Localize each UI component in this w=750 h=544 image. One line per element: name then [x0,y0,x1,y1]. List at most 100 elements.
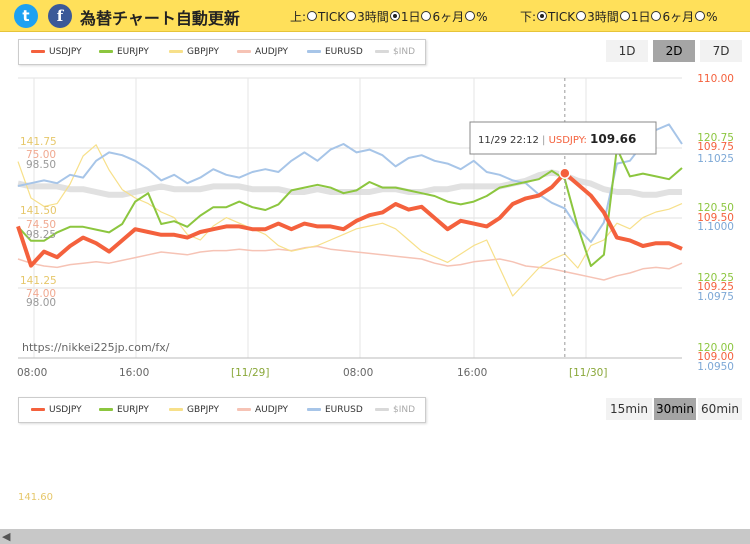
right-axis-eurjpy-tick: 120.75 [697,132,734,144]
x-axis-tick: [11/29] [231,367,269,379]
left-axis-gbpjpy-tick: 141.75 [20,136,57,148]
interval-30min-button[interactable]: 30min [654,398,696,420]
lower-radio-1[interactable] [576,10,587,21]
right-axis-usdjpy-tick: 110.00 [697,73,734,85]
legend-swatch [169,50,183,53]
lower-radio-4[interactable] [695,10,706,21]
legend-label: EURUSD [325,47,363,57]
lower-radio-label: 1日 [630,10,651,24]
upper-radio-2[interactable] [389,10,400,21]
chart-legend: USDJPY EURJPY GBPJPY AUDJPY EURUSD $IND [18,39,426,65]
legend-label: AUDJPY [255,47,289,57]
x-axis-tick: [11/30] [569,367,607,379]
right-axis-eurusd-tick: 1.1000 [697,221,734,233]
lower-radio-label: % [706,9,718,24]
site-watermark: https://nikkei225jp.com/fx/ [22,341,170,354]
x-axis-tick: 16:00 [119,367,149,379]
legend-item-gbpjpy[interactable]: GBPJPY [169,47,219,57]
legend-item-audjpy[interactable]: AUDJPY [237,405,288,415]
lower-radio-0[interactable] [537,10,548,21]
legend-item-usdjpy[interactable]: USDJPY [31,405,82,415]
upper-radio-label: 3時間 [357,10,389,24]
legend-item-gbpjpy[interactable]: GBPJPY [169,405,219,415]
second-chart-area: 141.60 [18,428,682,528]
x-axis-tick: 08:00 [17,367,47,379]
right-axis-eurjpy-tick: 120.25 [697,272,734,284]
upper-radio-3[interactable] [421,10,432,21]
legend-item-eurjpy[interactable]: EURJPY [99,47,149,57]
twitter-icon[interactable]: t [14,4,38,28]
interval-60min-button[interactable]: 60min [698,398,742,420]
legend-item-eurjpy[interactable]: EURJPY [99,405,149,415]
right-axis-eurusd-tick: 1.0975 [697,291,734,303]
lower-chart-range-selector: 下: TICK 3時間 1日 6ヶ月% [520,8,718,25]
legend-swatch [375,408,389,411]
lower-radio-label: 6ヶ月 [662,10,695,24]
legend-label: EURJPY [117,405,149,415]
left-axis-dollar-index-tick: 98.25 [26,229,56,241]
lower-radio-label: TICK [548,9,576,24]
legend-swatch [237,408,251,411]
upper-radio-1[interactable] [346,10,357,21]
legend-item-audjpy[interactable]: AUDJPY [237,47,288,57]
scroll-left-arrow-icon[interactable]: ◀ [2,529,10,544]
legend-item-eurusd[interactable]: EURUSD [307,405,363,415]
left-axis-gbpjpy-tick: 141.50 [20,205,57,217]
legend-label: EURJPY [117,47,149,57]
legend-swatch [237,50,251,53]
lower-radio-label: 3時間 [587,10,619,24]
upper-radio-4[interactable] [465,10,476,21]
lower-radio-2[interactable] [619,10,630,21]
right-axis-eurusd-tick: 1.1025 [697,153,734,165]
legend-swatch [31,50,45,53]
series-line-gbpjpy [17,144,683,297]
x-axis-tick: 08:00 [343,367,373,379]
legend-label: GBPJPY [187,405,219,415]
chart2-gbpjpy-tick: 141.60 [18,492,53,503]
upper-radio-label: 1日 [400,10,421,24]
legend-label: $IND [393,405,416,415]
fx-line-chart: 11/29 22:12 | USDJPY: 109.66110.00109.75… [16,73,734,379]
series-line-eurjpy [17,147,683,267]
legend-label: GBPJPY [187,47,219,57]
legend-label: USDJPY [49,405,82,415]
legend-item-dollar-ind[interactable]: $IND [375,405,415,415]
app-title: 為替チャート自動更新 [80,9,240,28]
left-axis-gbpjpy-tick: 141.25 [20,275,57,287]
left-axis-dollar-index-tick: 98.00 [26,297,56,309]
upper-radio-label: TICK [318,9,346,24]
left-axis-dollar-index-tick: 98.50 [26,159,56,171]
legend-item-dollar-ind[interactable]: $IND [375,47,415,57]
legend-label: AUDJPY [255,405,289,415]
series-line-audjpy [17,245,683,281]
right-axis-eurjpy-tick: 120.50 [697,202,734,214]
legend-item-eurusd[interactable]: EURUSD [307,47,363,57]
legend-swatch [307,408,321,411]
top-bar: t f 為替チャート自動更新 上: TICK 3時間 1日 6ヶ月% 下: TICK 3時間… [0,0,750,32]
upper-range-label: 上: [290,10,307,24]
upper-radio-label: % [476,9,488,24]
upper-chart-range-selector: 上: TICK 3時間 1日 6ヶ月% [290,8,488,25]
period-1d-button[interactable]: 1D [606,40,648,62]
legend-label: EURUSD [325,405,363,415]
right-axis-eurusd-tick: 1.0950 [697,361,734,373]
upper-radio-label: 6ヶ月 [432,10,465,24]
chart2-legend: USDJPY EURJPY GBPJPY AUDJPY EURUSD $IND [18,397,426,423]
interval-15min-button[interactable]: 15min [606,398,652,420]
tooltip-point [559,167,571,179]
legend-swatch [99,408,113,411]
facebook-icon[interactable]: f [48,4,72,28]
legend-swatch [169,408,183,411]
lower-radio-3[interactable] [651,10,662,21]
legend-label: USDJPY [49,47,82,57]
tooltip-text: 11/29 22:12 | USDJPY: 109.66 [478,132,636,146]
period-7d-button[interactable]: 7D [700,40,742,62]
legend-label: $IND [393,47,416,57]
horizontal-scrollbar[interactable]: ◀ [0,529,750,544]
period-2d-button[interactable]: 2D [653,40,695,62]
legend-item-usdjpy[interactable]: USDJPY [31,47,82,57]
legend-swatch [99,50,113,53]
upper-radio-0[interactable] [307,10,318,21]
lower-range-label: 下: [520,10,537,24]
x-axis-tick: 16:00 [457,367,487,379]
